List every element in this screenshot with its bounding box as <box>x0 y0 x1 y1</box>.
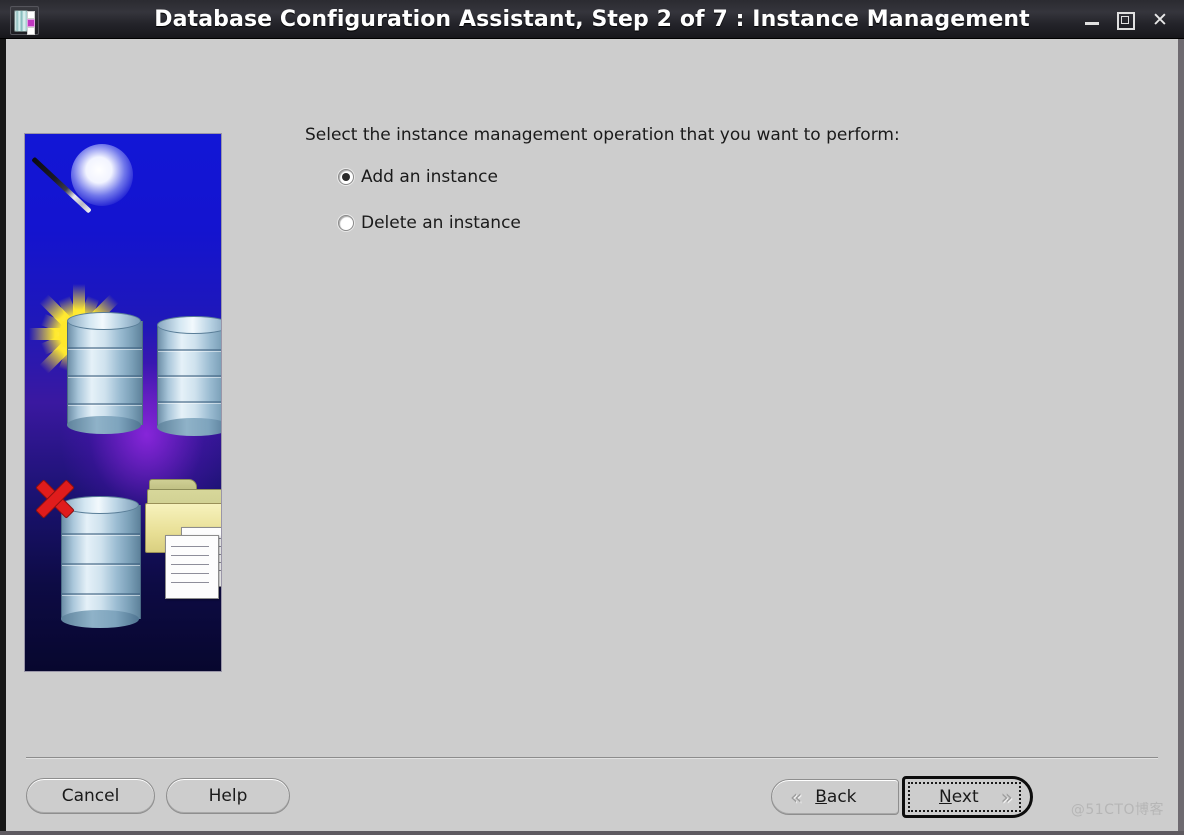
window-title: Database Configuration Assistant, Step 2… <box>154 7 1030 32</box>
indicator-square-2 <box>27 19 35 27</box>
page-prompt: Select the instance management operation… <box>305 125 900 145</box>
title-bar: Database Configuration Assistant, Step 2… <box>0 0 1184 39</box>
database-cylinder-icon-1 <box>67 312 143 434</box>
window-content: Select the instance management operation… <box>6 39 1178 831</box>
help-button[interactable]: Help <box>166 778 290 814</box>
database-cylinder-icon-2 <box>157 316 221 436</box>
red-x-delete-icon <box>31 474 79 522</box>
radio-indicator-unselected[interactable] <box>338 215 354 231</box>
cancel-button[interactable]: Cancel <box>26 778 155 814</box>
radio-add-an-instance[interactable]: Add an instance <box>338 167 498 187</box>
next-button-label: Next <box>939 787 979 807</box>
radio-delete-an-instance[interactable]: Delete an instance <box>338 213 521 233</box>
radio-label-add: Add an instance <box>361 167 498 187</box>
close-icon[interactable]: ✕ <box>1150 11 1170 30</box>
next-button[interactable]: Next » <box>902 776 1033 818</box>
radio-indicator-selected[interactable] <box>338 169 354 185</box>
radio-label-delete: Delete an instance <box>361 213 521 233</box>
back-button[interactable]: « Back <box>771 779 899 815</box>
wizard-database-illustration <box>24 133 222 672</box>
footer-separator <box>26 757 1158 759</box>
chevron-left-icon: « <box>790 785 803 809</box>
navigation-button-group: « Back Next » <box>771 776 1033 818</box>
back-button-label: Back <box>815 787 857 807</box>
indicator-square-1 <box>27 11 35 19</box>
magic-wand-icon <box>31 144 133 234</box>
maximize-icon[interactable] <box>1115 11 1135 30</box>
database-glyph <box>14 10 28 32</box>
wand-glow <box>71 144 133 206</box>
database-app-icon <box>10 6 39 35</box>
window-frame-bottom <box>0 831 1184 835</box>
chevron-right-icon: » <box>1000 785 1013 809</box>
folder-documents-icon <box>145 479 221 599</box>
watermark: @51CTO博客 <box>1070 802 1164 818</box>
window-frame-right <box>1178 39 1184 835</box>
application-window: Database Configuration Assistant, Step 2… <box>0 0 1184 835</box>
indicator-square-3 <box>27 27 35 35</box>
minimize-icon[interactable] <box>1082 11 1102 29</box>
